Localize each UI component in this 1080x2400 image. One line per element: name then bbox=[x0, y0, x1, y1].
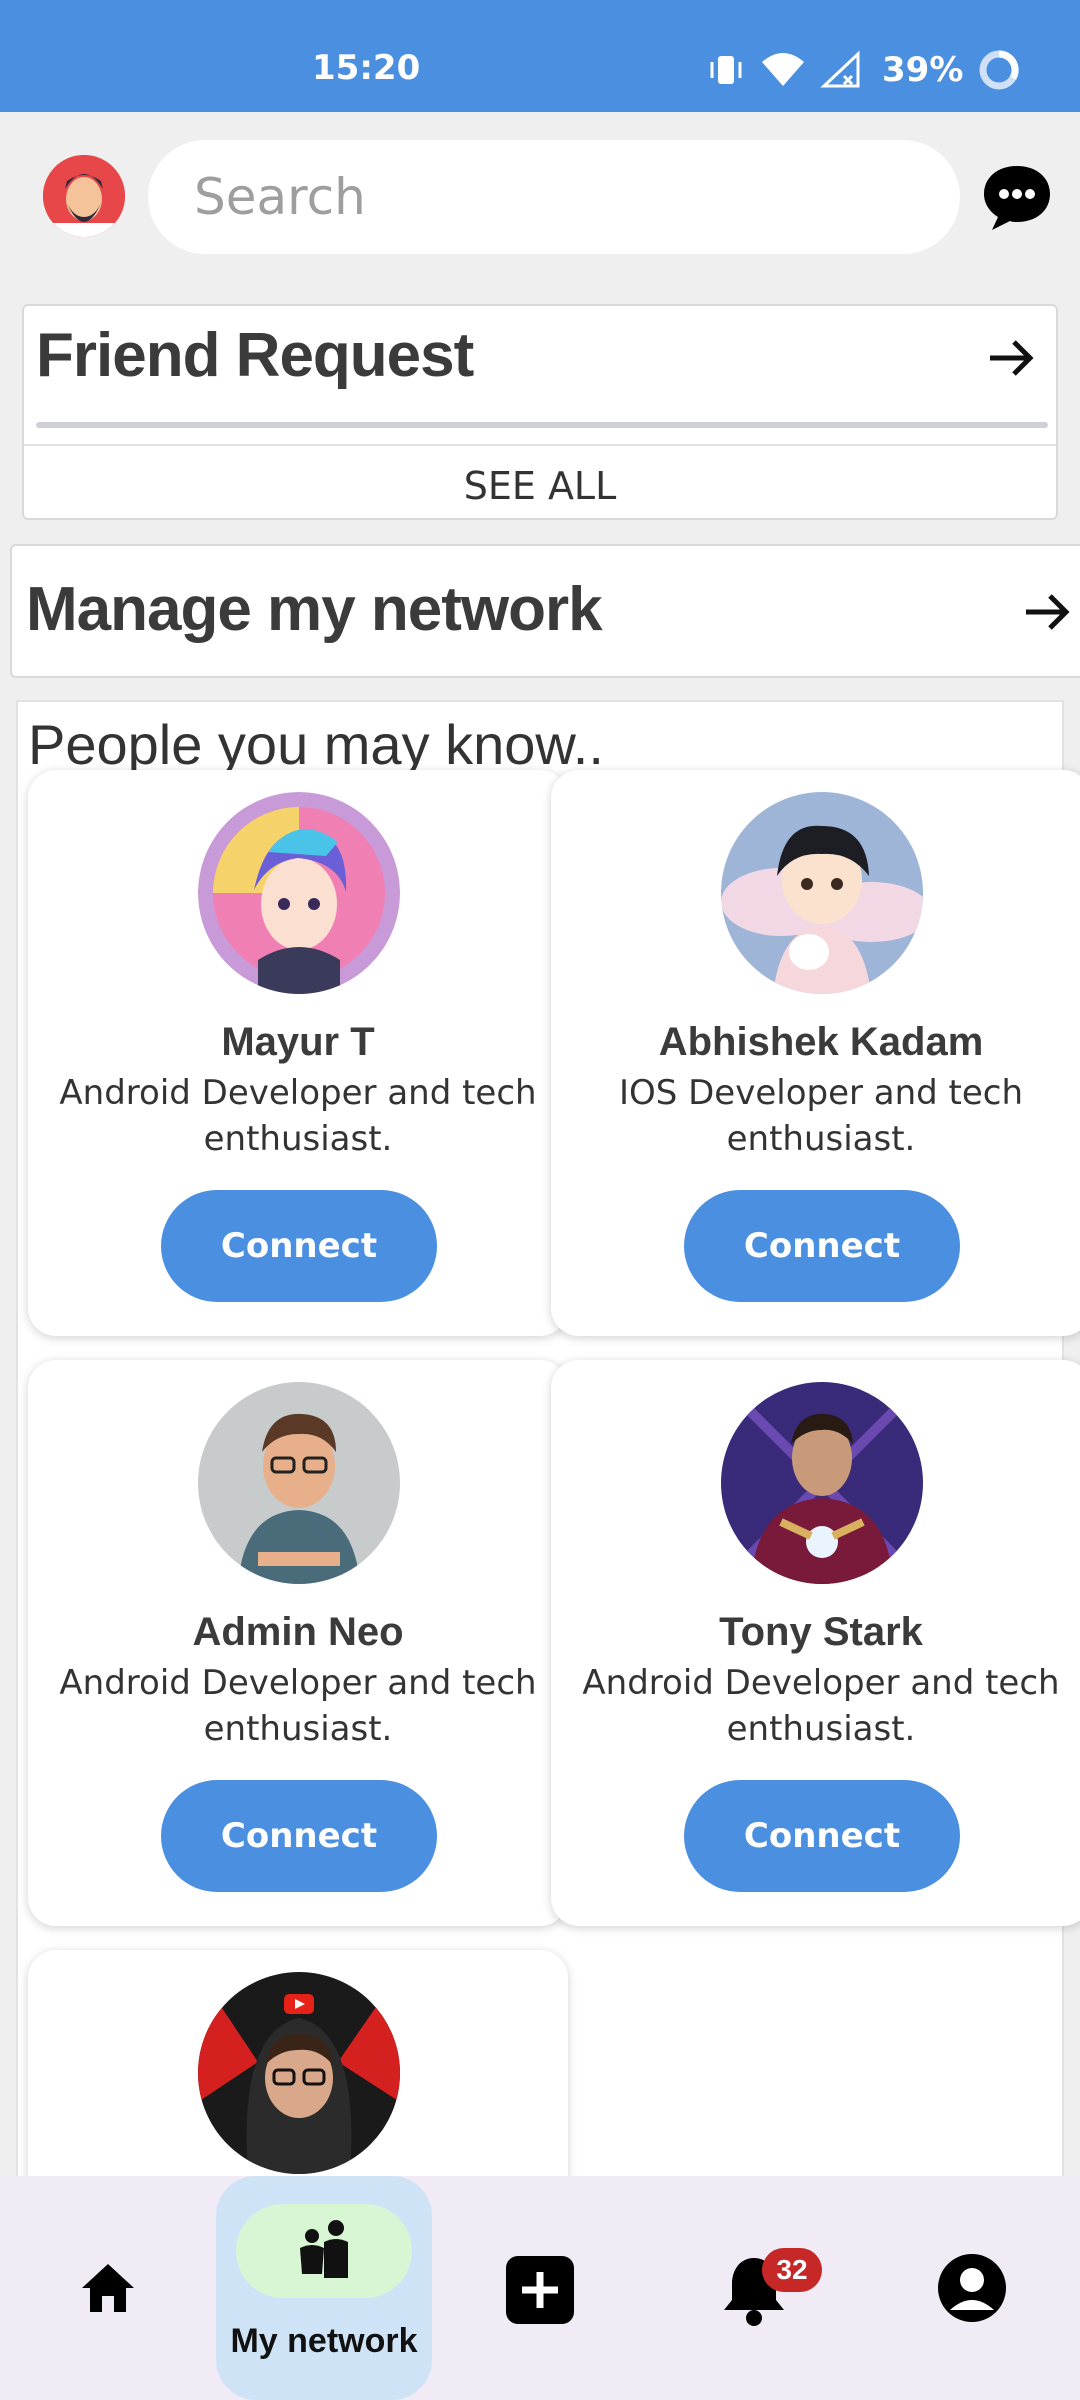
person-bio: Android Developer and tech enthusiast. bbox=[59, 1663, 537, 1749]
person-avatar-illustration bbox=[198, 792, 400, 994]
person-avatar-illustration bbox=[198, 1972, 400, 2174]
arrow-right-icon[interactable] bbox=[986, 332, 1038, 384]
arrow-right-icon[interactable] bbox=[1022, 586, 1074, 638]
search-input[interactable]: Search bbox=[148, 140, 960, 254]
person-bio: Android Developer and tech enthusiast. bbox=[59, 1073, 537, 1159]
person-card: Abhishek Kadam IOS Developer and tech en… bbox=[551, 770, 1080, 1336]
battery-percent: 39% bbox=[882, 50, 964, 90]
person-card: Mayur T Android Developer and tech enthu… bbox=[28, 770, 568, 1336]
vibrate-icon bbox=[710, 56, 742, 84]
nav-active-label: My network bbox=[230, 2322, 418, 2360]
person-name: Abhishek Kadam bbox=[658, 1020, 984, 1064]
connect-button[interactable]: Connect bbox=[684, 1780, 960, 1892]
friend-request-divider bbox=[36, 422, 1048, 428]
search-placeholder: Search bbox=[194, 168, 366, 226]
connect-button[interactable]: Connect bbox=[684, 1190, 960, 1302]
people-title: People you may know.. bbox=[28, 713, 604, 770]
manage-network-title: Manage my network bbox=[26, 575, 603, 644]
battery-ring-icon bbox=[979, 50, 1020, 90]
person-bio: IOS Developer and tech enthusiast. bbox=[618, 1073, 1024, 1159]
see-all-label: SEE ALL bbox=[463, 464, 617, 508]
friend-request-card: Friend Request SEE ALL bbox=[22, 304, 1058, 520]
user-avatar[interactable] bbox=[43, 155, 125, 237]
my-network-icon bbox=[300, 2220, 348, 2278]
person-name: Tony Stark bbox=[719, 1610, 923, 1654]
profile-photo[interactable] bbox=[198, 792, 400, 994]
chat-bubble-icon[interactable] bbox=[980, 162, 1054, 232]
signal-icon bbox=[820, 50, 860, 88]
profile-photo[interactable] bbox=[198, 1972, 400, 2174]
friend-request-title: Friend Request bbox=[36, 321, 474, 390]
status-time: 15:20 bbox=[312, 48, 421, 88]
profile-icon[interactable] bbox=[936, 2252, 1008, 2324]
connect-button[interactable]: Connect bbox=[161, 1780, 437, 1892]
home-icon[interactable] bbox=[80, 2262, 136, 2314]
manage-network-card[interactable]: Manage my network bbox=[10, 544, 1080, 678]
notification-badge: 32 bbox=[762, 2248, 822, 2292]
person-avatar-illustration bbox=[721, 1382, 923, 1584]
person-card: Admin Neo Android Developer and tech ent… bbox=[28, 1360, 568, 1926]
connect-button[interactable]: Connect bbox=[161, 1190, 437, 1302]
person-avatar-illustration bbox=[198, 1382, 400, 1584]
person-bio: Android Developer and tech enthusiast. bbox=[582, 1663, 1060, 1749]
profile-photo[interactable] bbox=[198, 1382, 400, 1584]
person-avatar-illustration bbox=[721, 792, 923, 994]
person-name: Mayur T bbox=[221, 1020, 375, 1064]
profile-photo[interactable] bbox=[721, 1382, 923, 1584]
person-card bbox=[28, 1950, 568, 2210]
status-bar: 15:20 39% bbox=[0, 0, 1080, 112]
person-card: Tony Stark Android Developer and tech en… bbox=[551, 1360, 1080, 1926]
profile-photo[interactable] bbox=[721, 792, 923, 994]
wifi-icon bbox=[762, 53, 804, 86]
status-icons: 39% bbox=[706, 48, 1021, 92]
avatar-illustration bbox=[43, 155, 125, 237]
add-icon[interactable] bbox=[504, 2254, 576, 2326]
person-name: Admin Neo bbox=[192, 1610, 404, 1654]
